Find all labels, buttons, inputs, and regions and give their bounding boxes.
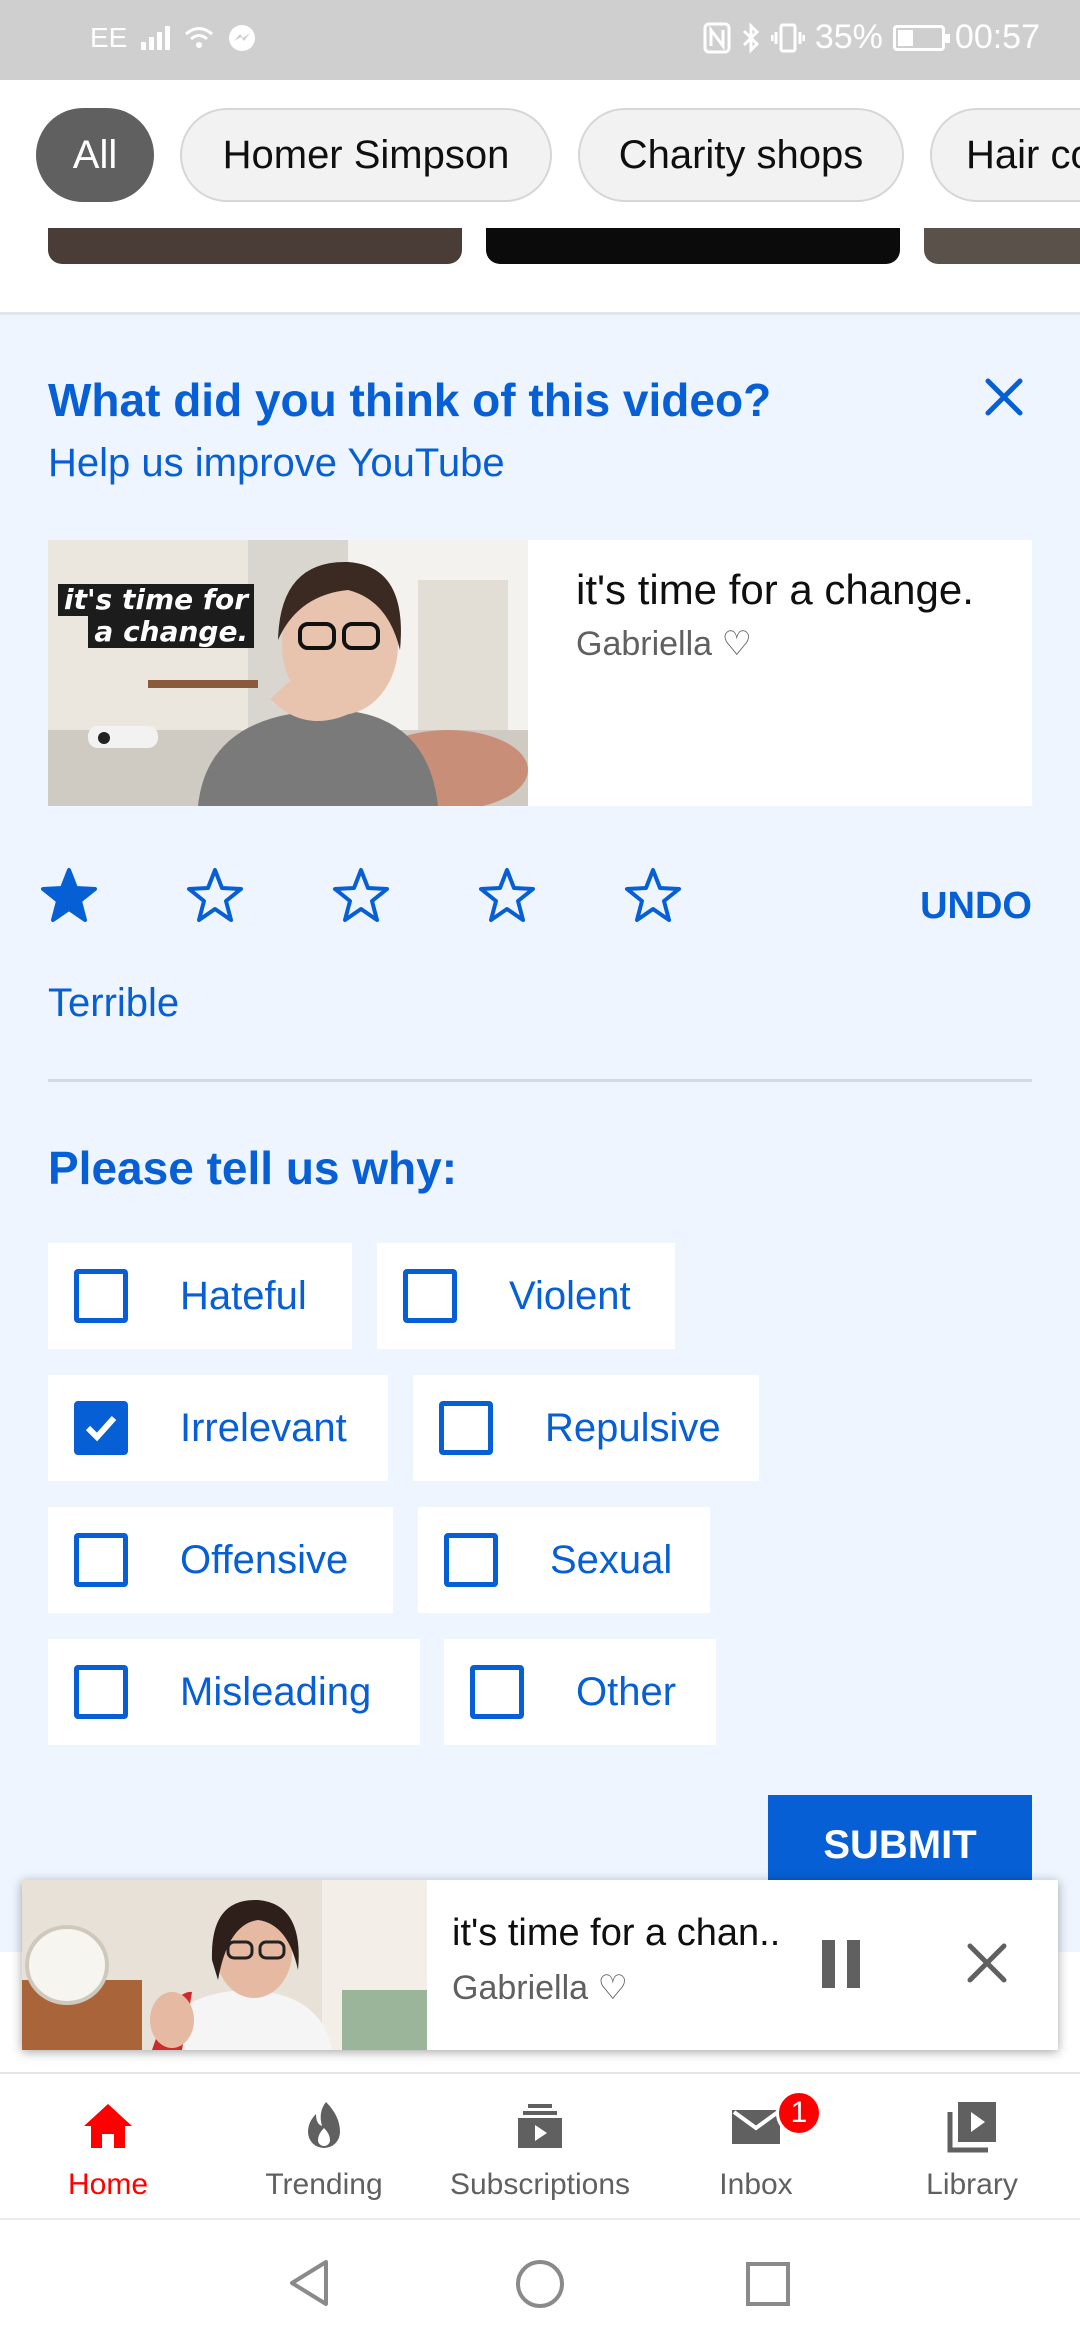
system-navigation-bar <box>0 2218 1080 2340</box>
mini-player[interactable]: it's time for a chan.. Gabriella ♡ <box>22 1880 1058 2050</box>
bluetooth-icon <box>742 21 759 54</box>
option-repulsive[interactable]: Repulsive <box>413 1375 759 1481</box>
checkbox[interactable] <box>74 1401 128 1455</box>
checkbox[interactable] <box>74 1533 128 1587</box>
close-icon[interactable] <box>962 1938 1012 1988</box>
nav-library[interactable]: Library <box>864 2074 1080 2220</box>
subscriptions-icon <box>518 2104 562 2148</box>
video-feedback-survey: What did you think of this video? Help u… <box>0 312 1080 1952</box>
star-3-icon[interactable] <box>332 867 390 925</box>
battery-icon <box>892 24 950 51</box>
status-right: 35% 00:57 <box>703 18 1040 57</box>
recents-icon[interactable] <box>744 2260 792 2308</box>
nav-inbox[interactable]: 1 Inbox <box>648 2074 864 2220</box>
status-time: 00:57 <box>954 18 1040 56</box>
home-circle-icon[interactable] <box>514 2258 566 2310</box>
filter-chip-bar: All Homer Simpson Charity shops Hair co <box>0 80 1080 230</box>
reason-prompt: Please tell us why: <box>48 1142 458 1194</box>
option-label: Hateful <box>180 1273 307 1318</box>
nfc-icon <box>703 22 731 53</box>
home-icon <box>84 2104 132 2148</box>
option-label: Other <box>576 1669 677 1714</box>
checkbox[interactable] <box>439 1401 493 1455</box>
signal-icon <box>141 26 171 50</box>
checkbox[interactable] <box>74 1665 128 1719</box>
option-other[interactable]: Other <box>444 1639 716 1745</box>
star-4-icon[interactable] <box>478 867 536 925</box>
wifi-icon <box>185 27 214 48</box>
chip-all[interactable]: All <box>36 108 154 202</box>
nav-label: Home <box>67 2168 149 2201</box>
option-label: Repulsive <box>545 1405 721 1450</box>
option-sexual[interactable]: Sexual <box>418 1507 710 1613</box>
mini-player-thumbnail[interactable] <box>22 1880 427 2050</box>
chip-charity-shops[interactable]: Charity shops <box>578 108 904 202</box>
option-label: Misleading <box>180 1669 372 1714</box>
option-label: Violent <box>509 1273 631 1318</box>
chip-hair-co[interactable]: Hair co <box>930 108 1080 202</box>
trending-icon <box>308 2102 340 2148</box>
nav-label: Inbox <box>719 2168 793 2201</box>
back-icon[interactable] <box>286 2258 332 2308</box>
library-icon <box>947 2102 996 2153</box>
chip-homer-simpson[interactable]: Homer Simpson <box>180 108 552 202</box>
star-1-icon[interactable] <box>40 867 98 925</box>
nav-subscriptions[interactable]: Subscriptions <box>432 2074 648 2220</box>
rating-label: Terrible <box>48 981 180 1025</box>
messenger-icon <box>229 25 256 51</box>
video-thumbnail-partial[interactable] <box>48 228 462 264</box>
survey-video-card: it's time for a change. it's time for a … <box>48 540 1032 806</box>
star-2-icon[interactable] <box>186 867 244 925</box>
checkbox[interactable] <box>470 1665 524 1719</box>
survey-title: What did you think of this video? <box>48 374 772 426</box>
star-rating <box>40 867 682 925</box>
option-irrelevant[interactable]: Irrelevant <box>48 1375 388 1481</box>
inbox-icon <box>732 2110 780 2144</box>
survey-video-channel: Gabriella ♡ <box>576 625 752 663</box>
option-hateful[interactable]: Hateful <box>48 1243 352 1349</box>
nav-label: Trending <box>265 2168 383 2201</box>
survey-video-title: it's time for a change. <box>576 566 974 613</box>
survey-subtitle: Help us improve YouTube <box>48 441 505 485</box>
vibrate-icon <box>770 23 805 52</box>
undo-button[interactable]: UNDO <box>920 885 1032 928</box>
option-label: Offensive <box>180 1537 349 1582</box>
thumbnail-caption: it's time for a change. <box>58 584 255 648</box>
status-bar: EE 35% 00:57 <box>0 0 1080 80</box>
star-5-icon[interactable] <box>624 867 682 925</box>
option-violent[interactable]: Violent <box>377 1243 675 1349</box>
notification-badge: 1 <box>776 2090 822 2136</box>
divider <box>48 1079 1032 1082</box>
bottom-navigation: Home Trending Subscriptions 1 Inbox Libr… <box>0 2072 1080 2218</box>
battery-percent: 35% <box>814 18 883 56</box>
nav-label: Subscriptions <box>449 2168 631 2201</box>
option-label: Irrelevant <box>180 1405 347 1450</box>
nav-home[interactable]: Home <box>0 2074 216 2220</box>
close-icon[interactable] <box>980 373 1028 421</box>
video-thumbnail-partial[interactable] <box>486 228 900 264</box>
mini-player-channel: Gabriella ♡ <box>452 1969 628 2007</box>
video-thumbnail: it's time for a change. <box>48 540 528 806</box>
mini-player-title[interactable]: it's time for a chan.. <box>452 1912 780 1955</box>
status-left: EE <box>90 22 256 54</box>
option-misleading[interactable]: Misleading <box>48 1639 420 1745</box>
checkbox[interactable] <box>444 1533 498 1587</box>
pause-icon[interactable] <box>822 1940 862 1988</box>
option-label: Sexual <box>550 1537 673 1582</box>
carrier-label: EE <box>90 22 128 53</box>
checkbox[interactable] <box>403 1269 457 1323</box>
nav-label: Library <box>926 2168 1018 2201</box>
checkbox[interactable] <box>74 1269 128 1323</box>
video-thumbnail-partial[interactable] <box>924 228 1080 264</box>
option-offensive[interactable]: Offensive <box>48 1507 393 1613</box>
nav-trending[interactable]: Trending <box>216 2074 432 2220</box>
